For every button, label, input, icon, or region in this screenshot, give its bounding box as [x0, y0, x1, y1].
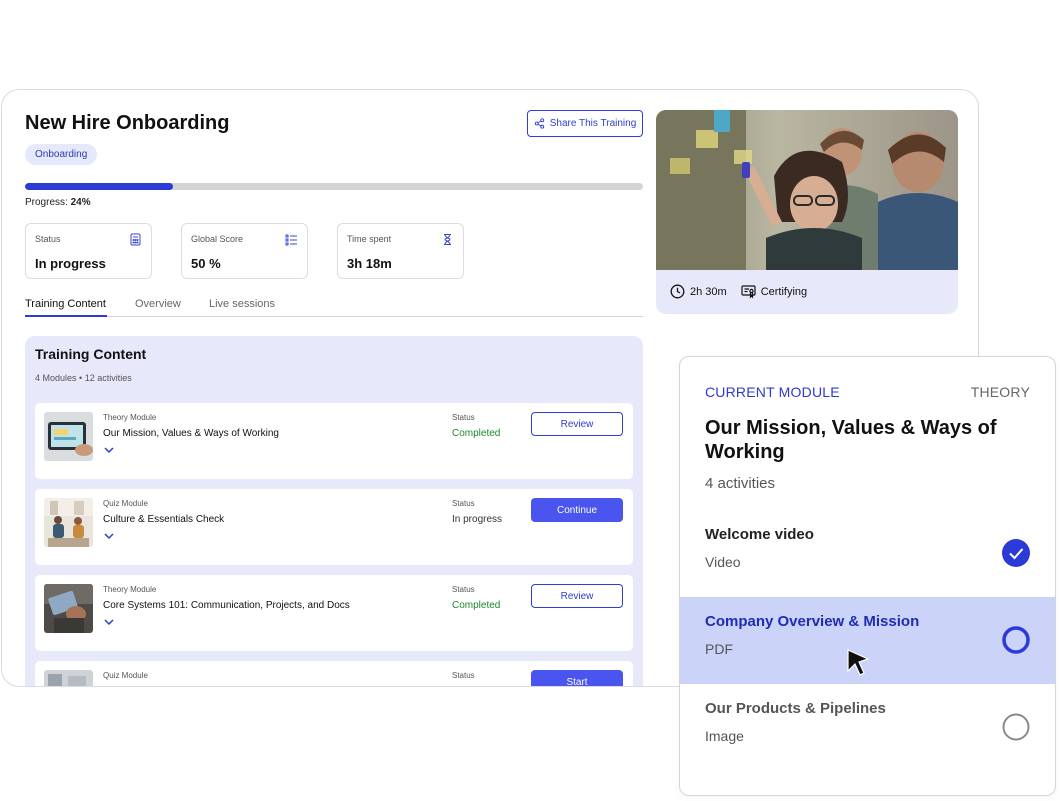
module-status: Completed — [452, 428, 501, 439]
app-stage: New Hire Onboarding Onboarding Share Thi… — [0, 0, 1060, 801]
module-thumbnail-image — [44, 412, 93, 461]
module-name: Our Mission, Values & Ways of Working — [103, 428, 279, 439]
activities-count: 12 activities — [84, 373, 132, 383]
stat-label: Global Score — [191, 234, 244, 244]
progress-value: 24% — [70, 197, 91, 208]
progress-text: Progress: 24% — [25, 197, 91, 208]
status-label: Status — [452, 499, 475, 508]
module-row[interactable]: Quiz Module Status Start — [35, 661, 633, 686]
module-status: In progress — [452, 514, 503, 525]
duration: 2h 30m — [670, 284, 727, 299]
activity-kind: PDF — [705, 641, 733, 657]
chevron-down-icon[interactable] — [103, 618, 115, 626]
calculator-icon — [130, 233, 141, 246]
activity-name: Our Products & Pipelines — [705, 700, 886, 717]
page-title: New Hire Onboarding — [25, 112, 230, 134]
training-hero-card: 2h 30m Certifying — [656, 110, 958, 314]
duration-value: 2h 30m — [690, 285, 727, 298]
certification: Certifying — [741, 284, 807, 299]
share-training-button[interactable]: Share This Training — [527, 110, 643, 137]
stat-value: In progress — [35, 256, 106, 271]
list-icon — [285, 234, 297, 246]
current-module-card: CURRENT MODULE THEORY Our Mission, Value… — [679, 356, 1056, 796]
continue-button[interactable]: Continue — [531, 498, 623, 522]
tab-overview[interactable]: Overview — [135, 298, 181, 310]
team-photo-image — [656, 110, 958, 270]
module-thumbnail-image — [44, 584, 93, 633]
module-type: Theory Module — [103, 585, 157, 594]
content-meta: 4 Modules • 12 activities — [35, 373, 132, 383]
start-button[interactable]: Start — [531, 670, 623, 686]
radio-empty-icon — [1002, 713, 1030, 741]
review-button[interactable]: Review — [531, 584, 623, 608]
activity-item-active[interactable]: Company Overview & Mission PDF — [680, 597, 1055, 684]
tab-live-sessions[interactable]: Live sessions — [209, 298, 275, 310]
mouse-cursor-icon — [847, 649, 870, 676]
share-button-label: Share This Training — [549, 118, 637, 129]
activity-kind: Video — [705, 554, 741, 570]
hourglass-icon — [444, 234, 451, 245]
activity-name: Welcome video — [705, 526, 814, 543]
stat-label: Status — [35, 234, 61, 244]
module-row[interactable]: Theory Module Our Mission, Values & Ways… — [35, 403, 633, 479]
review-button[interactable]: Review — [531, 412, 623, 436]
content-title: Training Content — [35, 346, 147, 362]
status-label: Status — [452, 585, 475, 594]
module-type-label: THEORY — [970, 384, 1030, 400]
stat-status: Status In progress — [25, 223, 152, 279]
activity-item[interactable]: Welcome video Video — [680, 510, 1055, 597]
activity-item[interactable]: Our Products & Pipelines Image — [680, 684, 1055, 771]
activity-kind: Image — [705, 728, 744, 744]
module-type: Theory Module — [103, 413, 157, 422]
progress-bar — [25, 183, 643, 190]
share-icon — [534, 118, 544, 129]
module-status: Completed — [452, 600, 501, 611]
current-module-title: Our Mission, Values & Ways of Working — [705, 417, 997, 463]
hero-meta: 2h 30m Certifying — [670, 284, 807, 299]
chevron-down-icon[interactable] — [103, 532, 115, 540]
stat-value: 50 % — [191, 256, 221, 271]
module-thumbnail-image — [44, 498, 93, 547]
certification-label: Certifying — [760, 285, 808, 298]
certificate-icon — [741, 285, 756, 299]
training-content-panel: Training Content 4 Modules • 12 activiti… — [25, 336, 643, 686]
category-tag[interactable]: Onboarding — [25, 144, 98, 165]
activities-count: 4 activities — [705, 475, 776, 492]
module-name: Culture & Essentials Check — [103, 514, 225, 525]
tab-bar: Training Content Overview Live sessions — [25, 296, 643, 317]
module-thumbnail-image — [44, 670, 93, 686]
current-module-label: CURRENT MODULE — [705, 384, 840, 400]
module-name: Core Systems 101: Communication, Project… — [103, 600, 350, 611]
activity-name: Company Overview & Mission — [705, 613, 920, 630]
clock-icon — [670, 284, 685, 299]
check-circle-icon — [1002, 539, 1030, 567]
tab-training-content[interactable]: Training Content — [25, 298, 106, 310]
chevron-down-icon[interactable] — [103, 446, 115, 454]
status-label: Status — [452, 413, 475, 422]
active-tab-indicator — [25, 315, 107, 317]
modules-count: 4 Modules — [35, 373, 77, 383]
progress-bar-fill — [25, 183, 174, 190]
module-type: Quiz Module — [103, 671, 148, 680]
status-label: Status — [452, 671, 475, 680]
module-row[interactable]: Theory Module Core Systems 101: Communic… — [35, 575, 633, 651]
radio-active-icon — [1002, 626, 1030, 654]
stat-global-score: Global Score 50 % — [181, 223, 308, 279]
stat-label: Time spent — [347, 234, 392, 244]
stat-value: 3h 18m — [347, 256, 392, 271]
module-row[interactable]: Quiz Module Culture & Essentials Check S… — [35, 489, 633, 565]
progress-label: Progress: — [25, 197, 68, 208]
stat-time-spent: Time spent 3h 18m — [337, 223, 464, 279]
module-type: Quiz Module — [103, 499, 148, 508]
